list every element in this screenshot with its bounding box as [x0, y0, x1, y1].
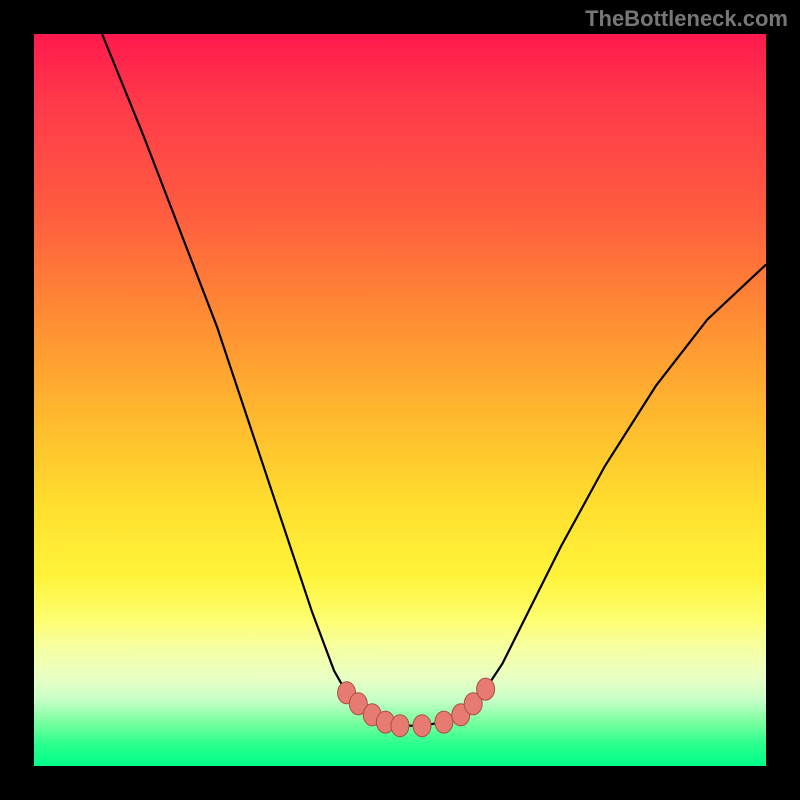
chart-frame: TheBottleneck.com [0, 0, 800, 800]
bottleneck-curve [102, 34, 766, 726]
curve-marker [391, 715, 409, 737]
curve-marker [413, 715, 431, 737]
chart-svg [0, 0, 800, 800]
curve-marker [435, 711, 453, 733]
curve-marker [477, 678, 495, 700]
watermark: TheBottleneck.com [585, 6, 788, 32]
marker-group [338, 678, 495, 737]
